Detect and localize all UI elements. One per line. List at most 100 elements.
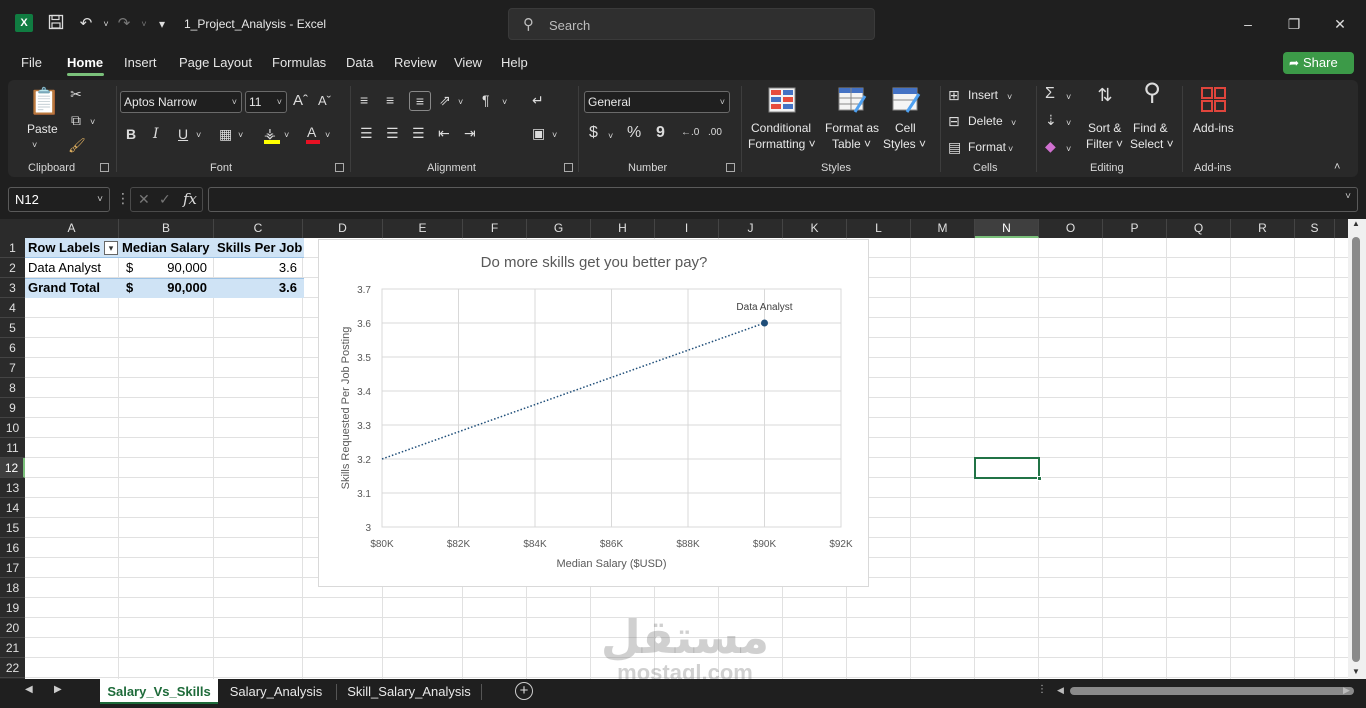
- column-header-e[interactable]: E: [383, 219, 463, 238]
- scroll-left-icon[interactable]: ◀: [1057, 685, 1064, 696]
- row-header-21[interactable]: 21: [0, 638, 25, 658]
- row-header-17[interactable]: 17: [0, 558, 25, 578]
- italic-button[interactable]: I: [153, 125, 159, 143]
- merge-dropdown-icon[interactable]: ˅: [552, 126, 557, 144]
- fill-dropdown-icon[interactable]: ˅: [1066, 114, 1071, 132]
- format-painter-icon[interactable]: 🖌: [68, 136, 86, 154]
- delete-cells-label[interactable]: Delete: [968, 113, 1003, 129]
- enter-icon[interactable]: ✓: [159, 191, 171, 208]
- clear-icon[interactable]: ◆: [1045, 137, 1056, 155]
- row-header-12[interactable]: 12: [0, 458, 25, 478]
- tab-data[interactable]: Data: [346, 55, 373, 70]
- scroll-up-icon[interactable]: ▲: [1352, 219, 1360, 228]
- share-button[interactable]: ➦ Share: [1283, 52, 1354, 74]
- redo-icon[interactable]: ↷: [114, 14, 134, 34]
- row-label-data-analyst[interactable]: Data Analyst: [28, 258, 118, 278]
- column-header-c[interactable]: C: [214, 219, 303, 238]
- format-as-table-label[interactable]: Format as: [825, 120, 879, 136]
- orientation-icon[interactable]: ⇗: [439, 91, 451, 109]
- add-ins-label[interactable]: Add-ins: [1193, 120, 1234, 136]
- row-header-18[interactable]: 18: [0, 578, 25, 598]
- collapse-ribbon-icon[interactable]: ˄: [1334, 158, 1340, 176]
- align-center-icon[interactable]: ☰: [386, 124, 399, 142]
- paste-icon[interactable]: 📋: [28, 86, 60, 116]
- delete-dropdown-icon[interactable]: ˅: [1011, 114, 1016, 132]
- column-header-q[interactable]: Q: [1167, 219, 1231, 238]
- align-middle-icon[interactable]: ≡: [386, 91, 394, 109]
- close-icon[interactable]: ✕: [1328, 12, 1352, 36]
- conditional-formatting-icon[interactable]: [766, 86, 798, 116]
- align-bottom-icon[interactable]: ≡: [409, 91, 431, 111]
- delete-cells-icon[interactable]: ⊟: [948, 112, 960, 130]
- column-header-g[interactable]: G: [527, 219, 591, 238]
- column-header-r[interactable]: R: [1231, 219, 1295, 238]
- number-format-select[interactable]: General ˅: [584, 91, 730, 113]
- decrease-font-icon[interactable]: Aˇ: [318, 92, 331, 110]
- align-left-icon[interactable]: ☰: [360, 124, 373, 142]
- scroll-down-icon[interactable]: ▼: [1352, 667, 1360, 676]
- copy-icon[interactable]: ⧉: [68, 111, 84, 129]
- column-header-p[interactable]: P: [1103, 219, 1167, 238]
- tab-file[interactable]: File: [21, 55, 42, 70]
- redo-dropdown-icon[interactable]: ˅: [134, 14, 154, 34]
- cut-icon[interactable]: ✂: [68, 85, 84, 103]
- row-header-1[interactable]: 1: [0, 238, 25, 258]
- column-header-n[interactable]: N: [975, 219, 1039, 238]
- add-ins-icon[interactable]: [1200, 86, 1228, 114]
- paste-dropdown-icon[interactable]: ˅: [32, 136, 37, 154]
- column-header-l[interactable]: L: [847, 219, 911, 238]
- alignment-launcher-icon[interactable]: [564, 163, 573, 172]
- row-header-11[interactable]: 11: [0, 438, 25, 458]
- tab-insert[interactable]: Insert: [124, 55, 157, 70]
- align-right-icon[interactable]: ☰: [412, 124, 425, 142]
- cell-styles-icon[interactable]: [890, 86, 922, 116]
- formula-input[interactable]: ˅: [208, 187, 1358, 212]
- clear-dropdown-icon[interactable]: ˅: [1066, 140, 1071, 158]
- insert-cells-icon[interactable]: ⊞: [948, 86, 960, 104]
- underline-dropdown-icon[interactable]: ˅: [196, 126, 201, 144]
- number-launcher-icon[interactable]: [726, 163, 735, 172]
- grand-total-label[interactable]: Grand Total: [28, 278, 118, 298]
- row-header-2[interactable]: 2: [0, 258, 25, 278]
- autosum-dropdown-icon[interactable]: ˅: [1066, 88, 1071, 106]
- decrease-decimal-icon[interactable]: .00: [708, 124, 722, 142]
- font-color-dropdown-icon[interactable]: ˅: [325, 126, 330, 144]
- search-input[interactable]: ⚲ Search: [508, 8, 875, 40]
- increase-indent-icon[interactable]: ⇥: [464, 124, 476, 142]
- expand-formula-icon[interactable]: ˅: [1345, 191, 1351, 202]
- paragraph-direction-icon[interactable]: ¶: [482, 91, 490, 109]
- save-icon[interactable]: [46, 14, 66, 34]
- bold-button[interactable]: B: [126, 125, 136, 143]
- copy-dropdown-icon[interactable]: ˅: [90, 113, 95, 131]
- borders-dropdown-icon[interactable]: ˅: [238, 126, 243, 144]
- column-header-m[interactable]: M: [911, 219, 975, 238]
- fill-color-dropdown-icon[interactable]: ˅: [284, 126, 289, 144]
- fill-handle[interactable]: [1037, 476, 1042, 481]
- total-skills[interactable]: 3.6: [217, 278, 297, 298]
- customize-toolbar-icon[interactable]: ▾: [152, 14, 172, 34]
- row-header-20[interactable]: 20: [0, 618, 25, 638]
- filter-dropdown-icon[interactable]: ▾: [104, 241, 118, 255]
- row-header-10[interactable]: 10: [0, 418, 25, 438]
- scroll-right-icon[interactable]: ▶: [1343, 685, 1350, 696]
- header-row-labels[interactable]: Row Labels: [28, 238, 106, 258]
- find-select-label-2[interactable]: Select ˅: [1130, 136, 1174, 152]
- vertical-scroll-thumb[interactable]: [1352, 237, 1360, 662]
- row-header-5[interactable]: 5: [0, 318, 25, 338]
- conditional-formatting-label[interactable]: Conditional: [751, 120, 811, 136]
- more-options-icon[interactable]: ⋮: [116, 190, 130, 207]
- row-header-4[interactable]: 4: [0, 298, 25, 318]
- increase-decimal-icon[interactable]: ←.0: [681, 124, 699, 142]
- row-header-7[interactable]: 7: [0, 358, 25, 378]
- orientation-dropdown-icon[interactable]: ˅: [458, 93, 463, 111]
- restore-icon[interactable]: ❐: [1282, 12, 1306, 36]
- row-header-14[interactable]: 14: [0, 498, 25, 518]
- tab-page-layout[interactable]: Page Layout: [179, 55, 252, 70]
- column-header-b[interactable]: B: [119, 219, 214, 238]
- sheet-tab-salary-vs-skills[interactable]: Salary_Vs_Skills: [100, 679, 218, 704]
- decrease-indent-icon[interactable]: ⇤: [438, 124, 450, 142]
- column-header-k[interactable]: K: [783, 219, 847, 238]
- fill-icon[interactable]: ⇣: [1045, 111, 1057, 129]
- paragraph-dropdown-icon[interactable]: ˅: [502, 93, 507, 111]
- format-as-table-icon[interactable]: [836, 86, 868, 116]
